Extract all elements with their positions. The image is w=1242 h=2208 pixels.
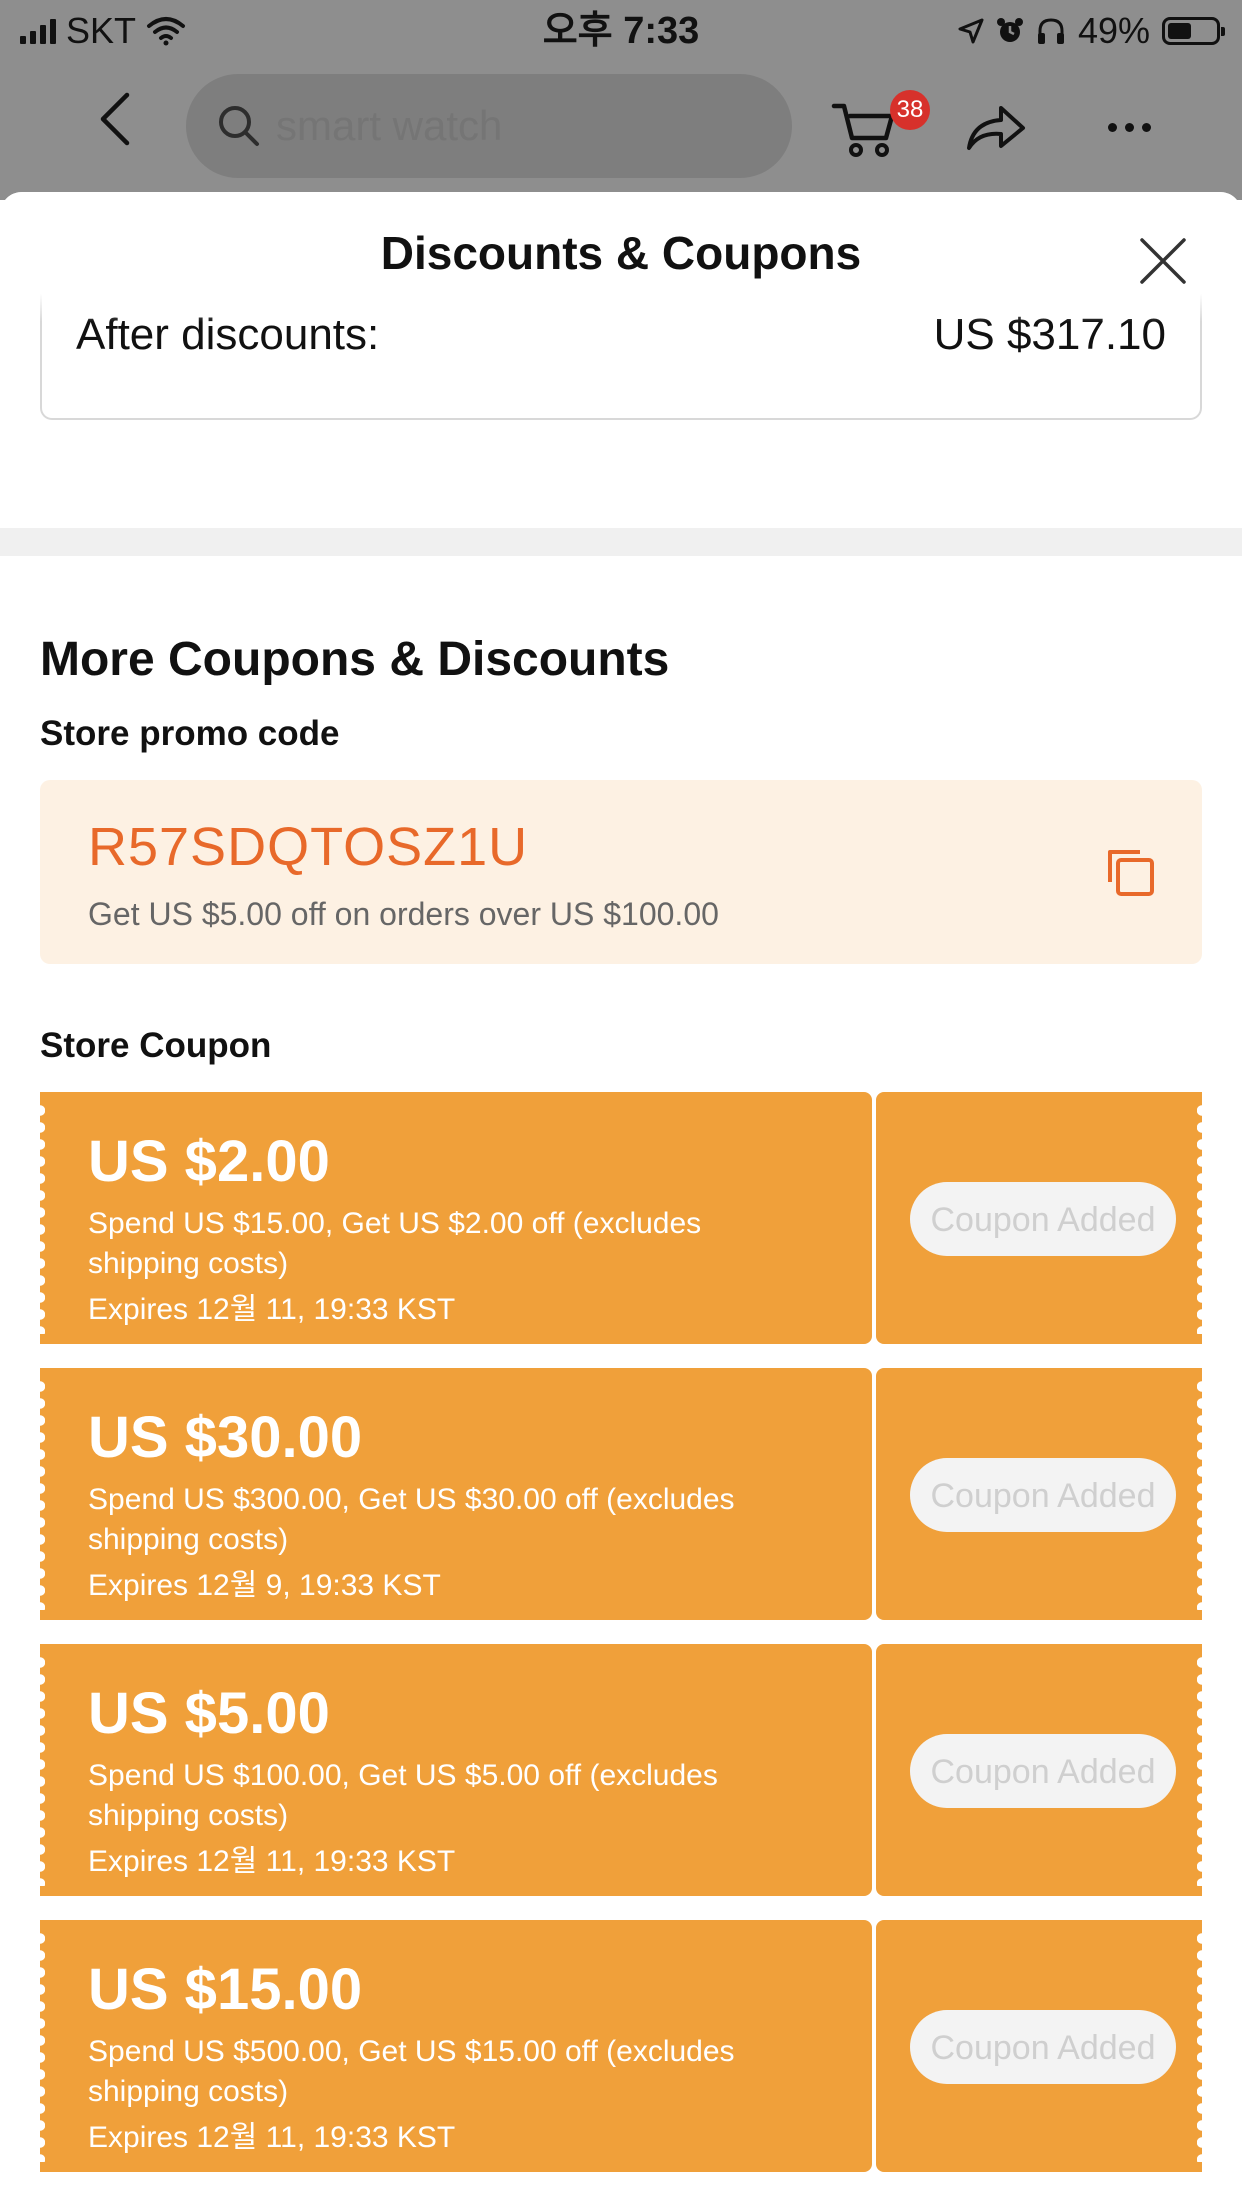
- battery-percent: 49%: [1077, 10, 1150, 51]
- coupon-added-button[interactable]: Coupon Added: [910, 1734, 1176, 1808]
- coupon-expiry: Expires 12월 11, 19:33 KST: [88, 1293, 456, 1326]
- share-button[interactable]: [960, 92, 1030, 162]
- headphones-icon: [1037, 18, 1064, 44]
- coupon-amount: US $30.00: [88, 1405, 363, 1470]
- coupon-description: Spend US $500.00, Get US $15.00 off (exc…: [88, 2035, 735, 2108]
- share-icon: [967, 106, 1025, 150]
- coupon-added-button[interactable]: Coupon Added: [910, 1458, 1176, 1532]
- sheet-title: Discounts & Coupons: [380, 227, 862, 279]
- search-icon: [216, 103, 262, 149]
- cart-count-badge: 38: [890, 90, 930, 130]
- coupon-card: US $30.00 Spend US $300.00, Get US $30.0…: [35, 1368, 1207, 1620]
- more-coupons-title: More Coupons & Discounts: [40, 633, 670, 686]
- alarm-icon: [996, 18, 1023, 42]
- more-icon: [1107, 122, 1117, 132]
- coupon-expiry: Expires 12월 9, 19:33 KST: [88, 1569, 441, 1602]
- coupon-expiry: Expires 12월 11, 19:33 KST: [88, 1845, 456, 1878]
- back-button[interactable]: [80, 84, 150, 154]
- promo-description: Get US $5.00 off on orders over US $100.…: [88, 896, 719, 932]
- cart-icon: [831, 103, 895, 157]
- promo-code-card: R57SDQTOSZ1U Get US $5.00 off on orders …: [40, 780, 1202, 964]
- copy-icon: [1108, 850, 1154, 896]
- sheet-header: Discounts & Coupons: [0, 192, 1242, 322]
- nav-bar: 38: [0, 62, 1242, 192]
- search-input[interactable]: [276, 102, 756, 150]
- coupon-amount: US $2.00: [88, 1129, 330, 1194]
- store-promo-label: Store promo code: [40, 714, 340, 753]
- coupon-card: US $2.00 Spend US $15.00, Get US $2.00 o…: [35, 1092, 1207, 1344]
- close-button[interactable]: [1134, 232, 1192, 290]
- coupon-description: Spend US $300.00, Get US $30.00 off (exc…: [88, 1483, 735, 1556]
- section-divider: [0, 528, 1242, 556]
- coupon-card: US $5.00 Spend US $100.00, Get US $5.00 …: [35, 1644, 1207, 1896]
- more-button[interactable]: [1098, 92, 1160, 162]
- coupon-expiry: Expires 12월 11, 19:33 KST: [88, 2121, 456, 2154]
- coupon-added-button[interactable]: Coupon Added: [910, 1182, 1176, 1256]
- coupon-card: US $15.00 Spend US $500.00, Get US $15.0…: [35, 1920, 1207, 2172]
- battery-icon: [1162, 17, 1225, 45]
- copy-button[interactable]: [1102, 844, 1158, 900]
- promo-code: R57SDQTOSZ1U: [88, 817, 529, 877]
- location-icon: [958, 18, 984, 44]
- background-app-header: SKT 오후 7:33 49% smart watch 38: [0, 0, 1242, 200]
- coupon-amount: US $15.00: [88, 1957, 363, 2022]
- back-icon: [100, 92, 130, 146]
- coupon-added-button[interactable]: Coupon Added: [910, 2010, 1176, 2084]
- close-icon: [1140, 238, 1186, 284]
- coupon-description: Spend US $100.00, Get US $5.00 off (excl…: [88, 1759, 718, 1832]
- coupon-description: Spend US $15.00, Get US $2.00 off (exclu…: [88, 1207, 702, 1280]
- cart-button[interactable]: 38: [830, 88, 930, 168]
- discounts-sheet: After discounts: US $317.10 Discounts & …: [0, 192, 1242, 2208]
- coupon-amount: US $5.00: [88, 1681, 330, 1746]
- search-bar[interactable]: [186, 74, 792, 178]
- store-coupon-label: Store Coupon: [40, 1026, 272, 1065]
- status-bar: SKT 오후 7:33 49%: [0, 0, 1242, 62]
